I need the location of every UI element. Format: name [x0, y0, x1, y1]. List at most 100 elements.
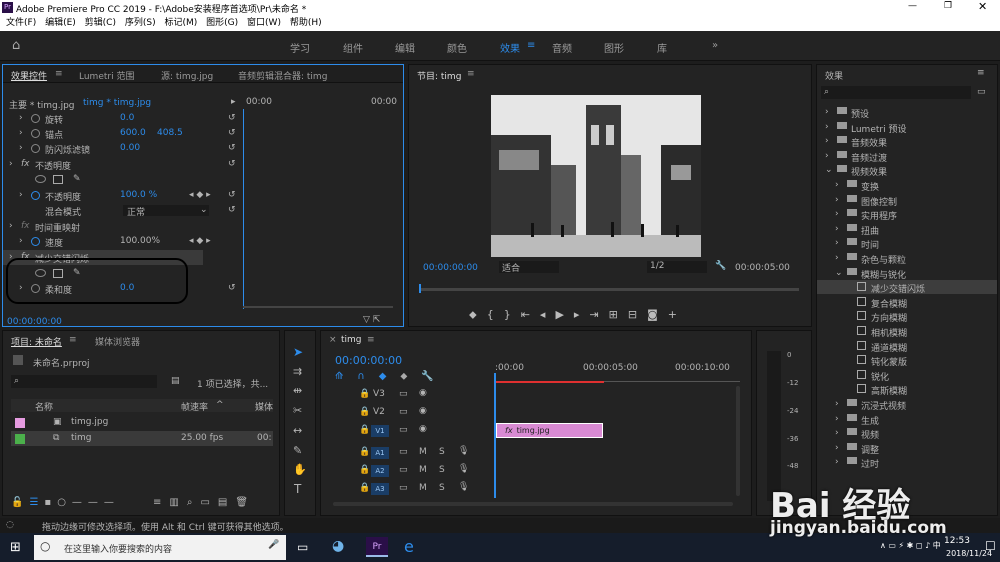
menu-file[interactable]: 文件(F)	[6, 16, 36, 31]
timeline-horizontal-scrollbar[interactable]	[333, 502, 733, 506]
chevron-right-icon[interactable]: ›	[835, 195, 839, 205]
chevron-right-icon[interactable]: ›	[825, 136, 829, 146]
insert-icon[interactable]: ⊞	[609, 308, 628, 321]
tab-menu-icon[interactable]: ≡	[55, 69, 63, 79]
tab-effect-controls[interactable]: 效果控件	[11, 69, 47, 82]
mark-out-icon[interactable]: }	[504, 308, 521, 321]
timeline-timecode[interactable]: 00:00:00:00	[335, 354, 402, 367]
effects-tree-item[interactable]: 钝化蒙版	[817, 353, 997, 368]
effects-tree-item[interactable]: › 预设	[817, 105, 997, 120]
effects-tree-item[interactable]: › 沉浸式视频	[817, 397, 997, 412]
filter-icon[interactable]: ▽ ⇱	[363, 315, 380, 325]
pen-icon[interactable]: ✎	[293, 444, 302, 457]
selection-tool-icon[interactable]: ➤	[293, 345, 303, 359]
project-item-row[interactable]: ⧉ timg 25.00 fps 00:	[11, 431, 273, 446]
chevron-right-icon[interactable]: ›	[835, 428, 839, 438]
close-tab-icon[interactable]: ×	[329, 335, 337, 345]
effects-tree-item[interactable]: 高斯模糊	[817, 382, 997, 397]
label-color-swatch[interactable]	[15, 434, 25, 444]
effect-opacity-header[interactable]: › fx 不透明度 ↺	[3, 157, 241, 172]
lock-icon[interactable]: 🔒	[359, 465, 370, 475]
effects-tree-item[interactable]: › 杂色与颗粒	[817, 251, 997, 266]
workspace-graphics[interactable]: 图形	[604, 40, 624, 55]
effects-tree-item[interactable]: › 视频	[817, 426, 997, 441]
zoom-slider[interactable]: ○———	[57, 497, 120, 508]
new-item-icon[interactable]: ▤	[218, 497, 235, 508]
mini-playhead[interactable]	[243, 109, 244, 309]
play-icon[interactable]: ▶	[555, 308, 573, 321]
stopwatch-icon[interactable]	[31, 144, 40, 153]
effects-tree-item[interactable]: › 音频效果	[817, 134, 997, 149]
stopwatch-icon[interactable]	[31, 114, 40, 123]
lock-icon[interactable]: 🔓	[11, 497, 29, 508]
tab-media-browser[interactable]: 媒体浏览器	[95, 335, 140, 348]
system-tray-icons[interactable]: ∧ ▭ ⚡ ✱ ◻ ♪ 中	[880, 540, 941, 551]
chevron-right-icon[interactable]: ›	[825, 151, 829, 161]
sync-lock-icon[interactable]: ▭	[399, 407, 408, 417]
type-tool-icon[interactable]: T	[294, 482, 301, 496]
minimize-icon[interactable]: —	[908, 1, 917, 11]
property-value[interactable]: 600.0	[120, 128, 146, 138]
effects-tree-item[interactable]: › Lumetri 预设	[817, 120, 997, 135]
chevron-right-icon[interactable]: ›	[835, 209, 839, 219]
panel-menu-icon[interactable]: ≡	[977, 68, 985, 78]
property-value[interactable]: 0.00	[120, 143, 140, 153]
tab-sequence[interactable]: timg	[341, 335, 362, 345]
stopwatch-icon[interactable]	[31, 129, 40, 138]
go-to-out-icon[interactable]: ⇥	[589, 308, 608, 321]
fx-icon[interactable]: fx	[21, 159, 30, 169]
play-only-icon[interactable]: ▸	[231, 97, 236, 107]
paint-app-icon[interactable]: ◕	[332, 538, 344, 554]
program-scrubber[interactable]	[419, 288, 799, 291]
workspace-color[interactable]: 颜色	[447, 40, 467, 55]
stopwatch-icon[interactable]	[31, 237, 40, 246]
mark-in-icon[interactable]: {	[487, 308, 504, 321]
tab-menu-icon[interactable]: ≡	[467, 69, 475, 79]
workspace-editing[interactable]: 编辑	[395, 40, 415, 55]
taskbar-search-box[interactable]: ○ 在这里输入你要搜索的内容 🎤	[34, 535, 286, 560]
lock-icon[interactable]: 🔒	[359, 389, 370, 399]
chevron-right-icon[interactable]: ›	[835, 414, 839, 424]
effects-search-input[interactable]: ⌕	[821, 86, 971, 99]
property-value[interactable]: 0.0	[120, 113, 134, 123]
reset-icon[interactable]: ↺	[228, 190, 236, 200]
fx-icon[interactable]: fx	[21, 221, 30, 231]
effects-tree-item[interactable]: › 实用程序	[817, 207, 997, 222]
mute-button[interactable]: M	[419, 447, 427, 457]
lock-icon[interactable]: 🔒	[359, 407, 370, 417]
column-name[interactable]: 名称	[35, 400, 53, 413]
chevron-right-icon[interactable]: ›	[835, 238, 839, 248]
marker-icon[interactable]: ⬥	[400, 371, 421, 382]
blend-mode-select[interactable]: 正常	[123, 205, 209, 218]
workspace-menu-icon[interactable]: ≡	[527, 40, 535, 51]
eye-icon[interactable]: ◉	[419, 388, 427, 398]
workspace-audio[interactable]: 音频	[552, 40, 572, 55]
chevron-right-icon[interactable]: ›	[825, 122, 829, 132]
property-value-2[interactable]: 408.5	[157, 128, 183, 138]
track-target[interactable]: A2	[371, 465, 389, 477]
step-back-icon[interactable]: ◂	[540, 308, 556, 321]
mic-icon[interactable]: 🎙	[458, 446, 469, 456]
solo-button[interactable]: S	[439, 483, 445, 493]
horizontal-scrollbar[interactable]	[243, 306, 393, 308]
notification-icon[interactable]: ☐	[985, 539, 996, 553]
overwrite-icon[interactable]: ⊟	[628, 308, 647, 321]
project-item-row[interactable]: ▣ timg.jpg	[11, 415, 273, 430]
windows-start-icon[interactable]: ⊞	[10, 540, 21, 555]
task-view-icon[interactable]: ▭	[297, 540, 308, 554]
microphone-icon[interactable]: 🎤	[268, 540, 279, 550]
effects-tree-item[interactable]: 锐化	[817, 368, 997, 383]
export-frame-icon[interactable]: ◙	[647, 308, 668, 321]
trash-icon[interactable]: 🗑	[235, 497, 256, 508]
workspace-effects[interactable]: 效果	[500, 40, 520, 55]
timeline-clip[interactable]: fx timg.jpg	[496, 423, 603, 438]
ellipse-mask-icon[interactable]	[35, 175, 46, 183]
find-icon[interactable]: ⌕	[187, 497, 201, 508]
clock-time[interactable]: 12:53	[944, 536, 970, 546]
tab-lumetri-scopes[interactable]: Lumetri 范围	[79, 69, 134, 82]
program-title[interactable]: 节目: timg	[417, 69, 461, 82]
new-bin-icon[interactable]: ▤	[171, 376, 180, 386]
mute-button[interactable]: M	[419, 483, 427, 493]
tab-menu-icon[interactable]: ≡	[367, 335, 375, 345]
new-bin-icon[interactable]: ▭	[977, 87, 986, 97]
